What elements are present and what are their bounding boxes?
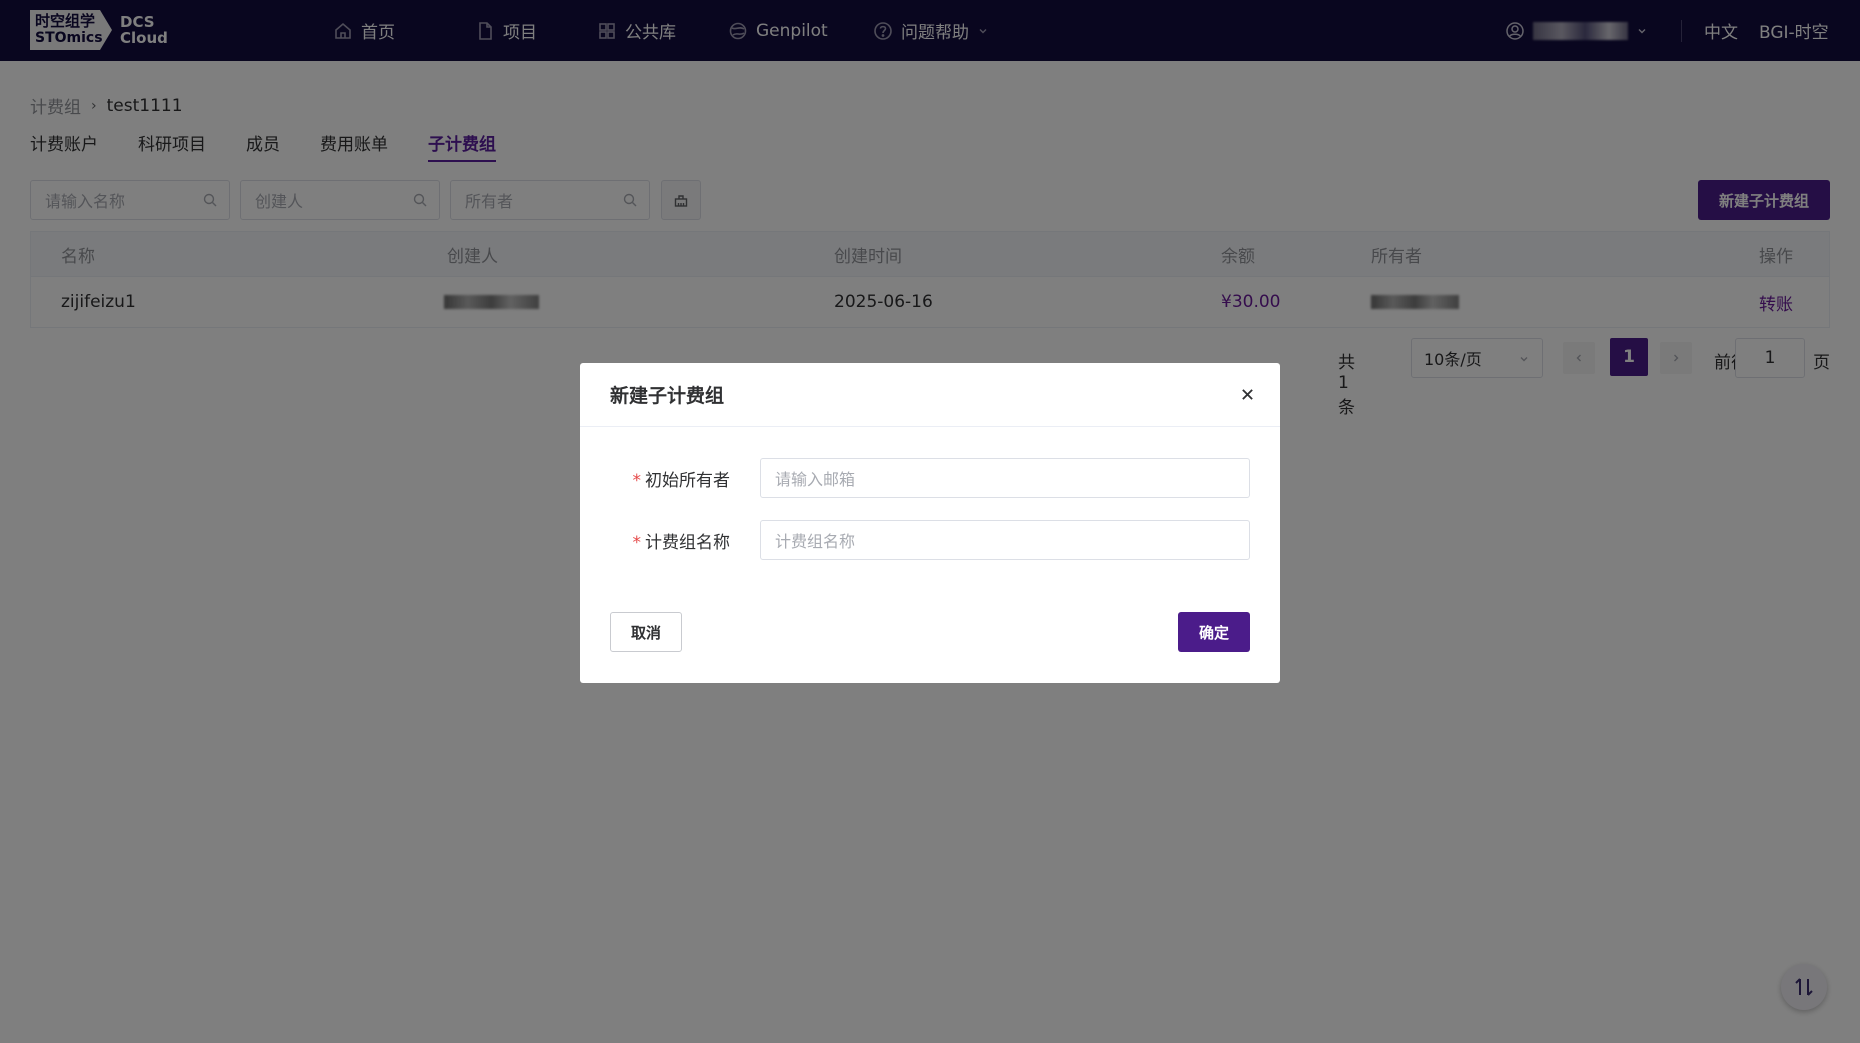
new-sub-billing-group-dialog: 新建子计费组 * 初始所有者 请输入邮箱 * 计费组名称 计费组名称 取消 确定: [580, 363, 1280, 683]
required-mark: *: [632, 532, 642, 553]
initial-owner-label: * 初始所有者: [633, 466, 731, 491]
initial-owner-email-input[interactable]: 请输入邮箱: [760, 458, 1250, 498]
required-mark: *: [632, 470, 642, 491]
close-icon: [1241, 388, 1253, 400]
initial-owner-label-text: 初始所有者: [645, 470, 730, 491]
initial-owner-placeholder: 请输入邮箱: [775, 470, 856, 489]
cancel-button[interactable]: 取消: [610, 612, 682, 652]
close-button[interactable]: [1238, 385, 1256, 403]
group-name-placeholder: 计费组名称: [775, 532, 856, 551]
confirm-button[interactable]: 确定: [1178, 612, 1250, 652]
group-name-label-text: 计费组名称: [645, 532, 730, 553]
form-row-initial-owner: * 初始所有者 请输入邮箱: [580, 458, 1280, 498]
form-row-group-name: * 计费组名称 计费组名称: [580, 520, 1280, 560]
dialog-title: 新建子计费组: [610, 385, 725, 407]
group-name-label: * 计费组名称: [633, 528, 731, 553]
dialog-header: 新建子计费组: [580, 363, 1280, 427]
group-name-input[interactable]: 计费组名称: [760, 520, 1250, 560]
